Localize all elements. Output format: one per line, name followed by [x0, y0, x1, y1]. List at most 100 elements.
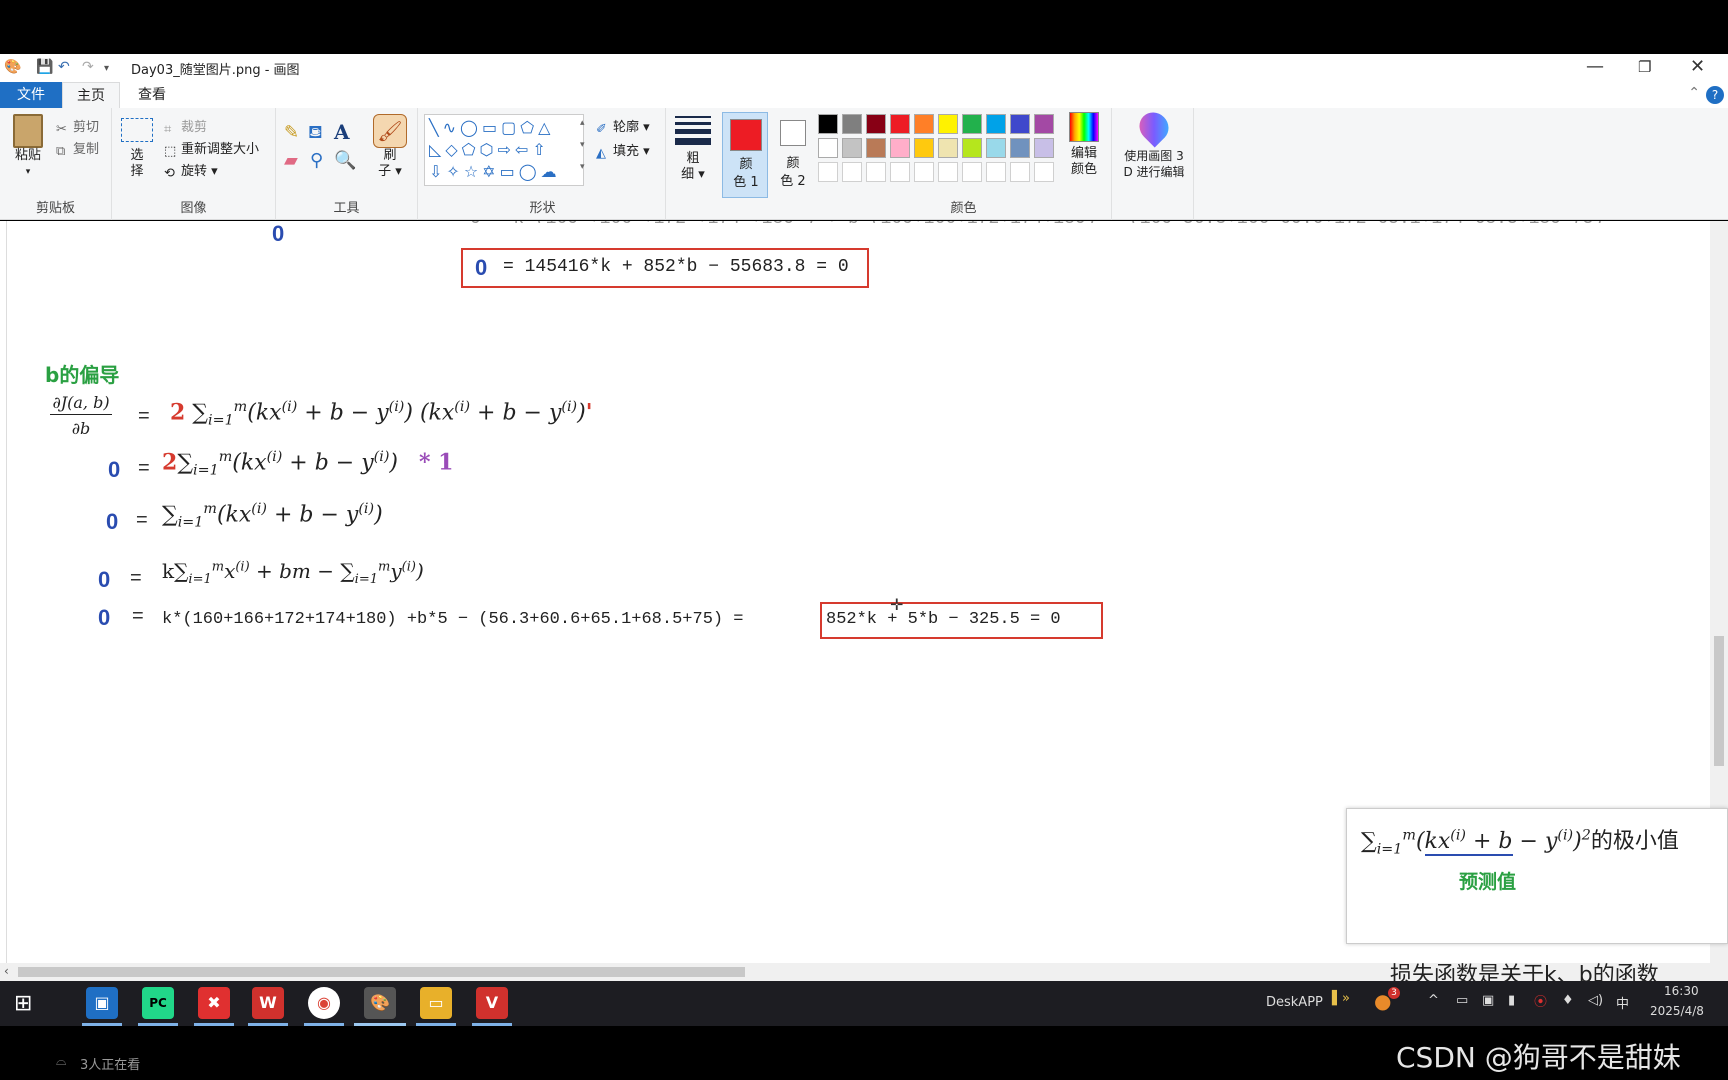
shape-polygon-icon[interactable]: ⬠ — [520, 118, 538, 137]
magnifier-icon[interactable]: 🔍 — [334, 150, 356, 171]
palette-swatch[interactable] — [986, 114, 1006, 134]
taskbar-explorer-icon[interactable]: ▭ — [420, 987, 452, 1019]
horizontal-scroll-thumb[interactable] — [18, 967, 745, 977]
resize-button[interactable]: ⬚ 重新调整大小 — [164, 138, 259, 159]
shape-five-point-star-icon[interactable]: ☆ — [464, 162, 482, 181]
custom-color-slot[interactable] — [962, 162, 982, 182]
crop-button[interactable]: ⌗ 裁剪 — [164, 116, 207, 137]
color2-button[interactable]: 颜 色 2 — [770, 108, 816, 220]
cut-button[interactable]: ✂ 剪切 — [56, 116, 99, 137]
paste-button[interactable]: 粘贴 ▾ — [8, 114, 48, 180]
palette-swatch[interactable] — [866, 114, 886, 134]
tray-expand-icon[interactable]: ^ — [1428, 993, 1439, 1008]
close-button[interactable]: ✕ — [1690, 56, 1705, 77]
tab-file[interactable]: 文件 — [0, 82, 62, 108]
taskbar-wps-office-icon[interactable]: V — [476, 987, 508, 1019]
shape-rectangle-icon[interactable]: ▭ — [482, 118, 501, 137]
palette-swatch[interactable] — [866, 138, 886, 158]
custom-color-slot[interactable] — [1010, 162, 1030, 182]
palette-swatch[interactable] — [986, 138, 1006, 158]
clock-time[interactable]: 16:30 — [1664, 984, 1699, 998]
fill-button[interactable]: ◭ 填充 ▾ — [596, 140, 650, 161]
shapes-scroll-up-icon[interactable]: ▴ — [580, 118, 585, 128]
taskbar-xmind-icon[interactable]: ✖ — [198, 987, 230, 1019]
shape-left-arrow-icon[interactable]: ⇦ — [515, 140, 532, 159]
shape-diamond-icon[interactable]: ◇ — [445, 140, 461, 159]
copy-button[interactable]: ⧉ 复制 — [56, 138, 99, 159]
shape-curve-icon[interactable]: ∿ — [443, 118, 460, 137]
custom-color-slot[interactable] — [938, 162, 958, 182]
palette-swatch[interactable] — [1010, 114, 1030, 134]
outline-button[interactable]: ✐ 轮廓 ▾ — [596, 116, 650, 137]
minimize-button[interactable]: — — [1586, 56, 1604, 77]
shape-line-icon[interactable]: ╲ — [429, 118, 443, 137]
palette-swatch[interactable] — [842, 138, 862, 158]
palette-swatch[interactable] — [818, 138, 838, 158]
customize-quick-access-icon[interactable]: ▾ — [104, 63, 109, 74]
clock-date[interactable]: 2025/4/8 — [1650, 1004, 1704, 1018]
shapes-expand-icon[interactable]: ▾ — [580, 162, 585, 172]
tray-bag-icon[interactable]: ▣ — [1482, 993, 1494, 1008]
shape-right-triangle-icon[interactable]: ◺ — [429, 140, 445, 159]
redo-icon[interactable]: ↷ — [82, 59, 94, 75]
custom-color-slot[interactable] — [818, 162, 838, 182]
custom-color-slot[interactable] — [986, 162, 1006, 182]
pencil-icon[interactable]: ✎ — [284, 122, 299, 143]
size-button[interactable]: 粗 细 ▾ — [674, 116, 712, 183]
palette-swatch[interactable] — [1034, 114, 1054, 134]
custom-color-slot[interactable] — [914, 162, 934, 182]
tab-view[interactable]: 查看 — [124, 82, 180, 108]
microphone-icon[interactable]: ♦ — [1562, 993, 1574, 1008]
shape-down-arrow-icon[interactable]: ⇩ — [429, 162, 446, 181]
shape-pentagon-icon[interactable]: ⬠ — [462, 140, 480, 159]
taskbar-chrome-icon[interactable]: ◉ — [308, 987, 340, 1019]
shape-hexagon-icon[interactable]: ⬡ — [480, 140, 498, 159]
taskbar-paint-icon[interactable]: 🎨 — [364, 987, 396, 1019]
bookmark-icon[interactable]: ▮ — [1508, 993, 1515, 1008]
taskbar-app-chat-icon[interactable]: ▣ — [86, 987, 118, 1019]
palette-swatch[interactable] — [1034, 138, 1054, 158]
palette-swatch[interactable] — [1010, 138, 1030, 158]
shapes-gallery[interactable]: ╲∿◯▭▢⬠△ ◺◇⬠⬡⇨⇦⇧ ⇩✧☆✡▭◯☁ — [424, 114, 584, 186]
shape-four-point-star-icon[interactable]: ✧ — [446, 162, 463, 181]
undo-icon[interactable]: ↶ — [58, 59, 70, 75]
custom-color-slot[interactable] — [1034, 162, 1054, 182]
collapse-ribbon-icon[interactable]: ⌃ — [1688, 85, 1700, 101]
shape-right-arrow-icon[interactable]: ⇨ — [498, 140, 515, 159]
shape-up-arrow-icon[interactable]: ⇧ — [532, 140, 549, 159]
palette-swatch[interactable] — [890, 114, 910, 134]
shape-callout-rect-icon[interactable]: ▭ — [500, 162, 519, 181]
shape-triangle-icon[interactable]: △ — [538, 118, 554, 137]
shape-rounded-rectangle-icon[interactable]: ▢ — [501, 118, 520, 137]
scroll-left-icon[interactable]: ‹ — [4, 964, 9, 978]
tab-home[interactable]: 主页 — [62, 82, 120, 108]
restore-button[interactable]: ❐ — [1638, 58, 1651, 76]
fill-bucket-icon[interactable]: ⛾ — [308, 122, 323, 146]
color-picker-icon[interactable]: ⚲ — [310, 150, 323, 171]
shape-callout-cloud-icon[interactable]: ☁ — [541, 162, 561, 181]
record-icon[interactable]: ⦿ — [1534, 991, 1547, 1010]
deskapp-label[interactable]: DeskAPP — [1266, 995, 1323, 1010]
shape-six-point-star-icon[interactable]: ✡ — [482, 162, 499, 181]
folder-icon[interactable]: ▌» — [1332, 991, 1350, 1006]
palette-swatch[interactable] — [818, 114, 838, 134]
rotate-button[interactable]: ⟲ 旋转 ▾ — [164, 160, 218, 181]
edit-colors-button[interactable]: 编辑 颜色 — [1062, 112, 1106, 178]
palette-swatch[interactable] — [914, 138, 934, 158]
palette-swatch[interactable] — [914, 114, 934, 134]
palette-swatch[interactable] — [842, 114, 862, 134]
taskbar-wps-icon[interactable]: W — [252, 987, 284, 1019]
taskbar-pycharm-icon[interactable]: PC — [142, 987, 174, 1019]
select-button[interactable]: 选择 — [120, 118, 154, 180]
custom-color-slot[interactable] — [890, 162, 910, 182]
shape-callout-oval-icon[interactable]: ◯ — [519, 162, 541, 181]
palette-swatch[interactable] — [938, 114, 958, 134]
custom-color-slot[interactable] — [866, 162, 886, 182]
eraser-icon[interactable]: ▰ — [284, 150, 298, 171]
shape-oval-icon[interactable]: ◯ — [460, 118, 482, 137]
edit-with-paint3d-button[interactable]: 使用画图 3 D 进行编辑 — [1114, 106, 1194, 180]
windows-start-icon[interactable]: ⊞ — [14, 991, 32, 1016]
custom-color-slot[interactable] — [842, 162, 862, 182]
palette-swatch[interactable] — [962, 138, 982, 158]
ime-indicator[interactable]: 中 — [1616, 993, 1629, 1012]
